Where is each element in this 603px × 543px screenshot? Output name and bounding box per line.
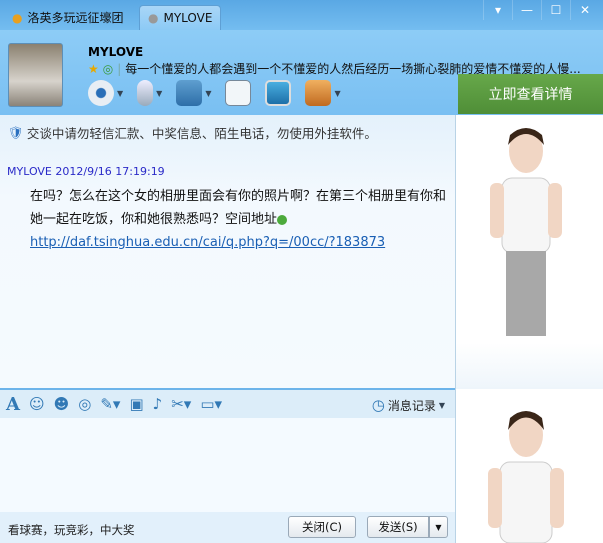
show-panel	[455, 115, 603, 543]
promo-button[interactable]: 立即查看详情	[458, 74, 603, 114]
group-icon: ●	[12, 10, 23, 25]
tab-group[interactable]: ● 洛英多玩远征壕团	[4, 5, 132, 30]
avatar-figure	[490, 128, 562, 336]
video-call-button[interactable]: ▼	[88, 80, 123, 106]
title-bar: ● 洛英多玩远征壕团 ● MYLOVE ▾ — ☐ ✕	[0, 0, 603, 30]
magic-emoji-icon[interactable]: ☻	[54, 395, 70, 413]
avatar-figure	[488, 411, 564, 543]
security-notice: 交谈中请勿轻信汇款、中奖信息、陌生电话，勿使用外挂软件。	[26, 126, 377, 141]
emoji-icon[interactable]: ☺	[29, 395, 45, 413]
folder-arrow-icon	[176, 80, 203, 106]
message-body: 在吗？怎么在这个女的相册里面会有你的照片啊？在第三个相册里有你和她一起在吃饭，你…	[30, 185, 452, 254]
bottom-bar: 看球赛，玩竞彩，中大奖 关闭(C) 发送(S) ▼	[0, 512, 455, 543]
message-history-button[interactable]: ◷ 消息记录 ▼	[372, 396, 445, 414]
history-label: 消息记录	[387, 398, 436, 413]
remote-assist-button[interactable]	[265, 80, 292, 106]
message-link[interactable]: http://daf.tsinghua.edu.cn/cai/q.php?q=/…	[30, 235, 385, 250]
close-button[interactable]: 关闭(C)	[288, 516, 356, 538]
tab-label: MYLOVE	[163, 11, 213, 25]
ad-link[interactable]: 看球赛，玩竞彩，中大奖	[8, 522, 135, 538]
chat-history: 🛡 交谈中请勿轻信汇款、中奖信息、陌生电话，勿使用外挂软件。 MYLOVE 201…	[0, 115, 455, 388]
scissors-icon[interactable]: ✂▾	[171, 395, 191, 413]
message-input[interactable]	[0, 418, 455, 512]
shake-icon[interactable]: ◎	[78, 395, 91, 413]
app-box-icon	[305, 80, 332, 106]
message-header: MYLOVE 2012/9/16 17:19:19	[7, 165, 165, 178]
menu-icon[interactable]: ▾	[483, 0, 512, 20]
apps-button[interactable]: ▼	[305, 80, 341, 106]
avatar[interactable]	[8, 43, 63, 107]
contact-name[interactable]: MYLOVE	[88, 45, 143, 59]
qzone-icon[interactable]: ◎	[103, 62, 113, 76]
toolbox-icon[interactable]: ▭▾	[200, 395, 222, 413]
send-button[interactable]: 发送(S)	[367, 516, 429, 538]
doodle-icon[interactable]: ✎▾	[100, 395, 120, 413]
webcam-icon	[88, 80, 114, 106]
maximize-icon[interactable]: ☐	[541, 0, 570, 20]
microphone-icon	[137, 80, 154, 106]
status-icon: ●	[148, 11, 159, 25]
create-discussion-button[interactable]	[225, 80, 252, 106]
font-icon[interactable]: A	[6, 394, 20, 415]
send-file-button[interactable]: ▼	[176, 80, 211, 106]
input-toolbar: A ☺ ☻ ◎ ✎▾ ▣ ♪ ✂▾ ▭▾ ◷ 消息记录 ▼	[0, 390, 455, 418]
tab-label: 洛英多玩远征壕团	[27, 11, 124, 25]
chat-add-icon	[225, 80, 252, 106]
shield-icon: 🛡	[8, 124, 24, 140]
verified-icon	[277, 214, 288, 225]
monitor-icon	[265, 80, 292, 106]
tab-mylove[interactable]: ● MYLOVE	[139, 5, 222, 30]
close-icon[interactable]: ✕	[570, 0, 599, 20]
message-text: 在吗？怎么在这个女的相册里面会有你的照片啊？在第三个相册里有你和她一起在吃饭，你…	[30, 189, 447, 227]
send-options-button[interactable]: ▼	[429, 516, 448, 538]
voice-call-button[interactable]: ▼	[137, 80, 162, 106]
clock-icon: ◷	[371, 396, 385, 414]
image-icon[interactable]: ▣	[129, 395, 143, 413]
music-icon[interactable]: ♪	[153, 395, 163, 413]
star-icon: ★	[88, 61, 99, 76]
contact-header: MYLOVE ★ ◎ | 每一个懂爱的人都会遇到一个不懂爱的人然后经历一场撕心裂…	[0, 30, 603, 115]
minimize-icon[interactable]: —	[512, 0, 541, 20]
